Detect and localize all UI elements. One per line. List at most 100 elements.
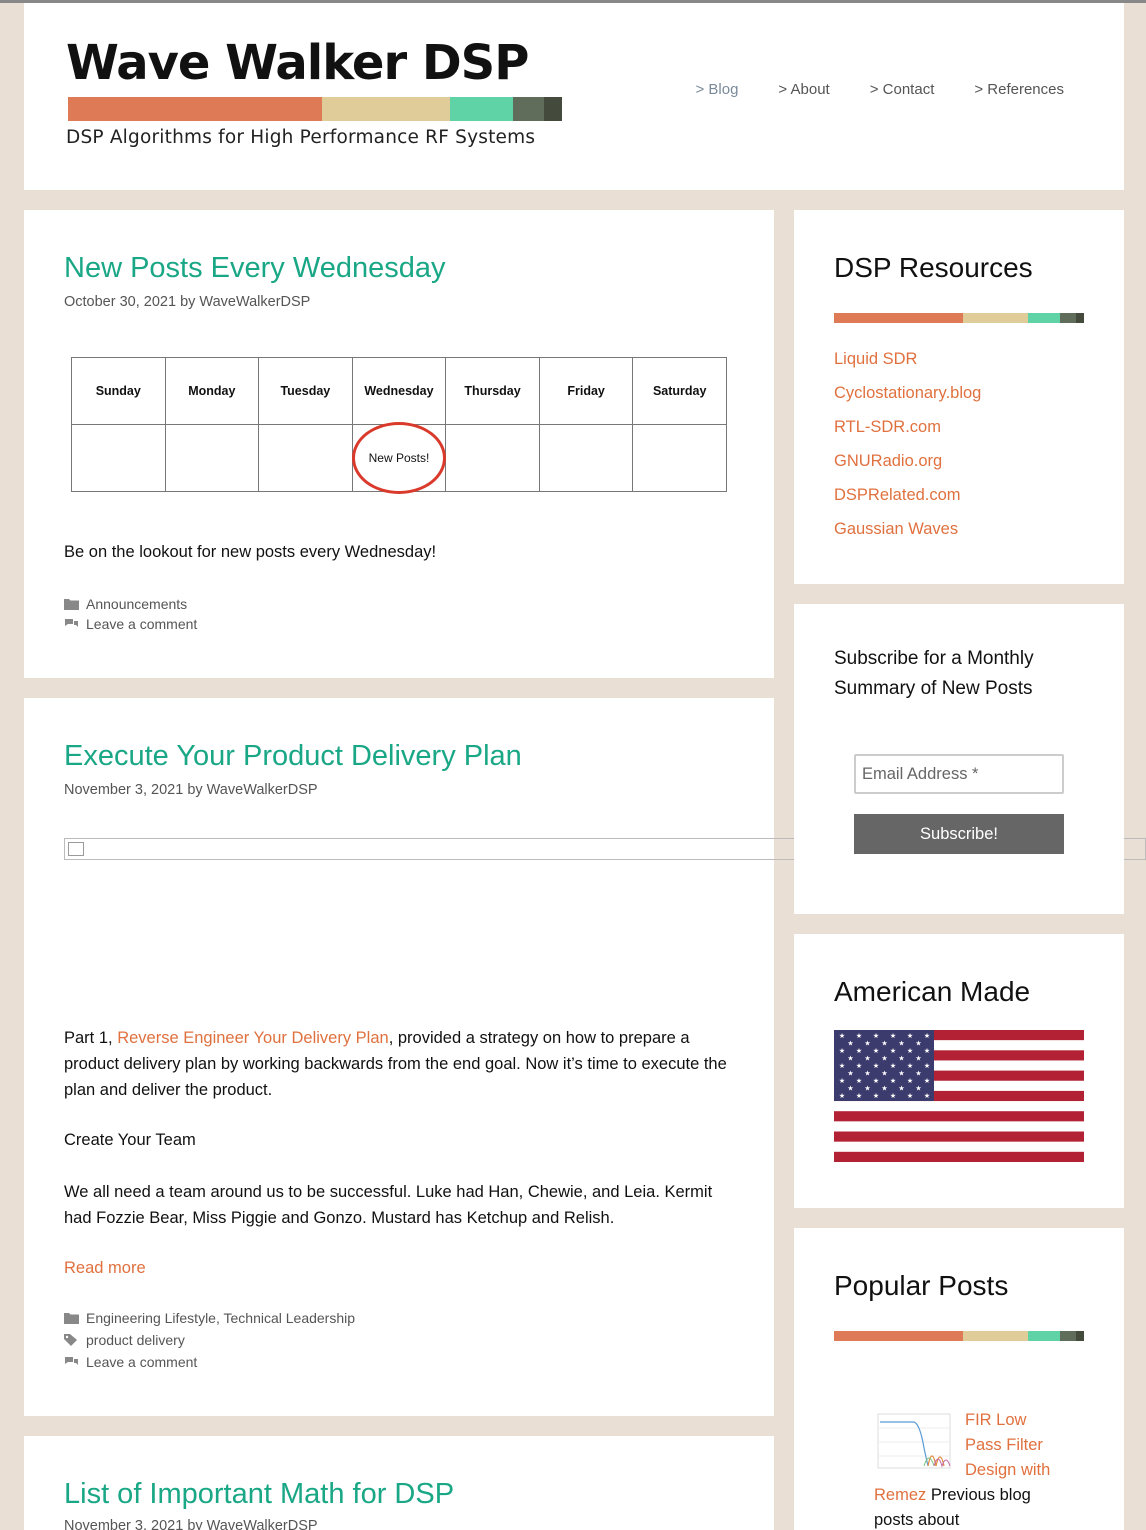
category-link[interactable]: Engineering Lifestyle, Technical Leaders… [86,1310,355,1326]
flag-star: ★ [847,1055,853,1063]
widget-american-made: American Made ★ ★ ★ ★ ★ ★ ★ ★ ★ ★ ★ ★ ★ ★ ★ ★ ★ ★ ★ ★ ★ ★ ★ ★ ★ ★… [794,934,1124,1208]
flag-star: ★ [907,1092,913,1100]
reverse-engineer-link[interactable]: Reverse Engineer Your Delivery Plan [117,1029,389,1047]
nav-blog[interactable]: > Blog [695,81,738,98]
flag-star: ★ [864,1055,870,1063]
category-link[interactable]: Announcements [86,596,187,612]
flag-star: ★ [924,1062,930,1070]
site-logo[interactable]: Wave Walker DSP DSP Algorithms for High … [66,33,562,153]
flag-star: ★ [873,1062,879,1070]
tag-icon [64,1334,77,1346]
flag-star: ★ [924,1077,930,1085]
flag-star: ★ [839,1062,845,1070]
widget-color-bar [834,1331,1084,1341]
post-paragraph: Part 1, Reverse Engineer Your Delivery P… [64,1029,727,1099]
resource-link-cyclostationary[interactable]: Cyclostationary.blog [834,384,981,402]
flag-star: ★ [856,1092,862,1100]
folder-icon [64,599,79,610]
resource-link-gnuradio[interactable]: GNURadio.org [834,452,942,470]
flag-star: ★ [864,1040,870,1048]
flag-star: ★ [924,1047,930,1055]
nav-about[interactable]: > About [778,81,829,98]
calendar-day: Saturday [632,357,727,425]
tag-link[interactable]: product delivery [86,1332,185,1348]
resource-link-dsprelated[interactable]: DSPRelated.com [834,486,961,504]
widget-color-bar [834,313,1084,323]
calendar-day: Sunday [71,357,166,425]
flag-star: ★ [847,1040,853,1048]
post-comments: Leave a comment [64,1354,197,1370]
widget-dsp-resources: DSP Resources Liquid SDR Cyclostationary… [794,210,1124,584]
main-nav: > Blog > About > Contact > References [695,81,1064,98]
flag-star: ★ [898,1070,904,1078]
post-body: Be on the lookout for new posts every We… [64,543,437,561]
flag-star: ★ [873,1032,879,1040]
flag-star: ★ [890,1092,896,1100]
calendar-day: Monday [164,357,260,425]
post-execute-delivery-plan: Execute Your Product Delivery Plan Novem… [24,698,1146,1416]
flag-star: ★ [890,1047,896,1055]
calendar-day: Friday [538,357,634,425]
flag-star: ★ [881,1055,887,1063]
flag-star: ★ [839,1092,845,1100]
post-meta: November 3, 2021 by WaveWalkerDSP [64,782,318,798]
comments-icon [65,1357,78,1365]
folder-icon [64,1313,79,1324]
widget-popular-posts: Popular Posts FIR Low Pass Filter Design… [794,1228,1124,1530]
subscribe-button[interactable]: Subscribe! [854,814,1064,854]
flag-star: ★ [890,1032,896,1040]
resource-link-rtl-sdr[interactable]: RTL-SDR.com [834,418,941,436]
logo-color-bar [68,97,562,121]
widget-title: Popular Posts [834,1270,1009,1301]
logo-tagline: DSP Algorithms for High Performance RF S… [66,127,536,148]
flag-star: ★ [890,1062,896,1070]
comments-icon [65,619,78,627]
highlight-circle [351,422,446,494]
flag-star: ★ [890,1077,896,1085]
post-categories: Announcements [64,596,187,612]
post-categories: Engineering Lifestyle, Technical Leaders… [64,1310,355,1326]
post-new-posts-every-wednesday: New Posts Every Wednesday October 30, 20… [24,210,774,678]
flag-star: ★ [839,1047,845,1055]
post-title[interactable]: Execute Your Product Delivery Plan [64,740,522,773]
post-subheading: Create Your Team [64,1131,196,1149]
nav-contact[interactable]: > Contact [870,81,935,98]
leave-comment-link[interactable]: Leave a comment [86,1354,197,1370]
resource-link-gaussian-waves[interactable]: Gaussian Waves [834,520,958,538]
flag-star: ★ [924,1092,930,1100]
flag-star: ★ [898,1085,904,1093]
american-flag-image: ★ ★ ★ ★ ★ ★★ ★ ★ ★ ★★ ★ ★ ★ ★ ★★ ★ ★ ★ ★★ ★ ★ ★ ★ ★★ ★ ★ ★ ★★ ★ ★ ★ ★ ★★… [834,1030,1084,1162]
post-meta: November 3, 2021 by WaveWalkerDSP [64,1518,318,1530]
post-title[interactable]: List of Important Math for DSP [64,1478,454,1511]
flag-star: ★ [847,1070,853,1078]
popular-post-thumbnail[interactable] [874,1408,965,1476]
flag-star: ★ [856,1062,862,1070]
nav-references[interactable]: > References [974,81,1064,98]
flag-star: ★ [856,1077,862,1085]
flag-star: ★ [856,1032,862,1040]
email-field[interactable] [854,754,1064,794]
widget-title: American Made [834,976,1031,1007]
leave-comment-link[interactable]: Leave a comment [86,616,197,632]
post-important-math: List of Important Math for DSP November … [24,1436,774,1530]
flag-star: ★ [915,1070,921,1078]
flag-star: ★ [915,1055,921,1063]
resource-link-liquid-sdr[interactable]: Liquid SDR [834,350,917,368]
post-comments: Leave a comment [64,616,197,632]
popular-post-item: FIR Low Pass Filter Design with Remez Pr… [874,1408,1054,1530]
flag-star: ★ [898,1055,904,1063]
site-header: Wave Walker DSP DSP Algorithms for High … [24,3,1124,190]
flag-star: ★ [907,1047,913,1055]
flag-star: ★ [864,1085,870,1093]
flag-star: ★ [873,1077,879,1085]
subscribe-title: Subscribe for a Monthly Summary of New P… [834,648,1034,699]
widget-subscribe: Subscribe for a Monthly Summary of New P… [794,604,1124,914]
flag-star: ★ [839,1032,845,1040]
post-meta: October 30, 2021 by WaveWalkerDSP [64,294,311,310]
read-more-link[interactable]: Read more [64,1255,146,1281]
flag-star: ★ [907,1062,913,1070]
post-title[interactable]: New Posts Every Wednesday [64,252,445,285]
broken-image-icon [68,842,84,856]
flag-star: ★ [847,1085,853,1093]
post-tags: product delivery [64,1332,185,1348]
